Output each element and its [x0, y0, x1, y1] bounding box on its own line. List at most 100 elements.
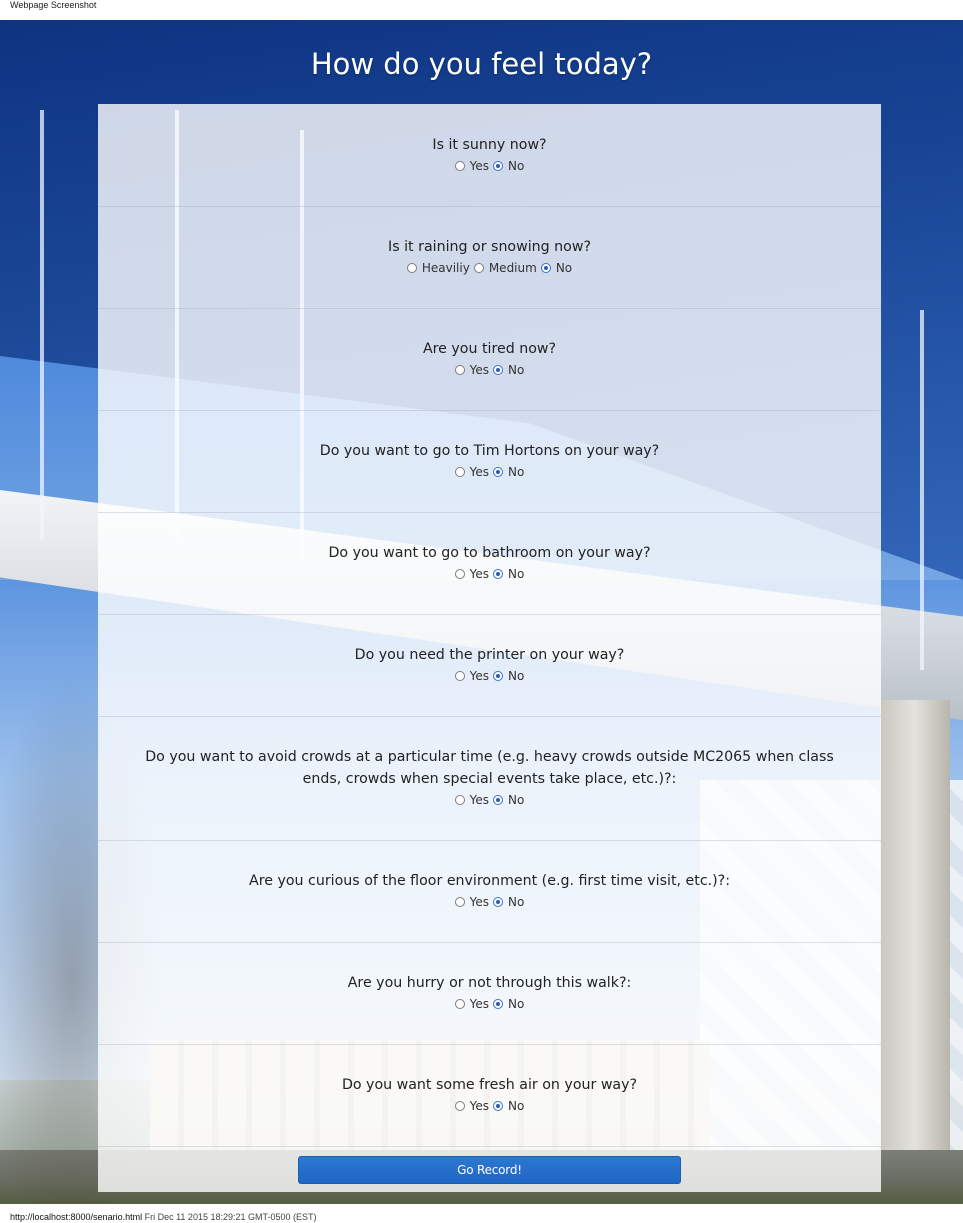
- page-background: How do you feel today? Is it sunny now? …: [0, 20, 963, 1204]
- radio-button[interactable]: [454, 161, 465, 171]
- radio-button[interactable]: [454, 671, 465, 681]
- option-no[interactable]: No: [493, 567, 524, 581]
- option-no[interactable]: No: [493, 363, 524, 377]
- question-block: Are you curious of the floor environment…: [98, 840, 881, 943]
- radio-button[interactable]: [454, 1101, 465, 1111]
- window-mullion: [40, 110, 44, 540]
- option-no[interactable]: No: [493, 997, 524, 1011]
- option-label: No: [555, 261, 573, 275]
- window-mullion: [920, 310, 924, 670]
- option-yes[interactable]: Yes: [454, 567, 490, 581]
- option-yes[interactable]: Yes: [454, 363, 490, 377]
- option-label: Medium: [488, 261, 537, 275]
- option-group: Yes No: [98, 565, 881, 583]
- option-label: Yes: [469, 363, 490, 377]
- radio-button-selected[interactable]: [493, 1101, 504, 1111]
- option-label: No: [508, 1099, 525, 1113]
- option-group: Heaviliy Medium No: [98, 259, 881, 277]
- option-label: No: [508, 465, 525, 479]
- option-label: No: [508, 567, 525, 581]
- page-url: http://localhost:8000/senario.html: [10, 1212, 143, 1222]
- option-yes[interactable]: Yes: [454, 895, 490, 909]
- question-text: Do you want to go to Tim Hortons on your…: [319, 443, 660, 459]
- question-block: Do you want to go to bathroom on your wa…: [98, 512, 881, 615]
- question-text: Do you need the printer on your way?: [354, 647, 625, 663]
- radio-button-selected[interactable]: [493, 467, 504, 477]
- question-text: Is it raining or snowing now?: [388, 239, 591, 255]
- radio-button[interactable]: [454, 569, 465, 579]
- option-no[interactable]: No: [493, 793, 524, 807]
- option-label: No: [508, 159, 525, 173]
- option-label: Yes: [469, 793, 490, 807]
- option-yes[interactable]: Yes: [454, 1099, 490, 1113]
- screenshot-caption: Webpage Screenshot: [10, 0, 97, 10]
- option-label: Yes: [469, 1099, 490, 1113]
- option-label: Yes: [469, 159, 490, 173]
- radio-button[interactable]: [454, 365, 465, 375]
- radio-button[interactable]: [473, 263, 484, 273]
- option-group: Yes No: [98, 995, 881, 1013]
- option-label: No: [508, 895, 525, 909]
- question-block: Are you hurry or not through this walk?:…: [98, 942, 881, 1045]
- option-label: No: [508, 793, 525, 807]
- option-label: No: [508, 997, 525, 1011]
- question-block: Do you want some fresh air on your way? …: [98, 1044, 881, 1147]
- option-no[interactable]: No: [493, 669, 524, 683]
- radio-button-selected[interactable]: [540, 263, 551, 273]
- option-label: Yes: [469, 895, 490, 909]
- question-text: Are you curious of the floor environment…: [249, 873, 730, 889]
- radio-button-selected[interactable]: [493, 671, 504, 681]
- option-label: Yes: [469, 997, 490, 1011]
- option-label: No: [508, 669, 525, 683]
- question-text: Do you want to go to bathroom on your wa…: [328, 545, 651, 561]
- option-no[interactable]: No: [493, 159, 524, 173]
- radio-button-selected[interactable]: [493, 999, 504, 1009]
- option-yes[interactable]: Yes: [454, 159, 490, 173]
- radio-button[interactable]: [454, 795, 465, 805]
- option-heavily[interactable]: Heaviliy: [406, 261, 470, 275]
- go-record-button[interactable]: Go Record!: [298, 1156, 681, 1184]
- question-block: Do you want to go to Tim Hortons on your…: [98, 410, 881, 513]
- radio-button[interactable]: [406, 263, 417, 273]
- radio-button[interactable]: [454, 467, 465, 477]
- option-label: Yes: [469, 669, 490, 683]
- option-no[interactable]: No: [493, 465, 524, 479]
- capture-timestamp: Fri Dec 11 2015 18:29:21 GMT-0500 (EST): [144, 1212, 317, 1222]
- option-no[interactable]: No: [540, 261, 573, 275]
- question-text: Are you tired now?: [422, 341, 557, 357]
- question-block: Do you need the printer on your way? Yes…: [98, 614, 881, 717]
- option-yes[interactable]: Yes: [454, 793, 490, 807]
- radio-button-selected[interactable]: [493, 569, 504, 579]
- option-group: Yes No: [98, 361, 881, 379]
- question-text: Is it sunny now?: [432, 137, 547, 153]
- radio-button[interactable]: [454, 999, 465, 1009]
- question-block: Do you want to avoid crowds at a particu…: [98, 716, 881, 841]
- option-no[interactable]: No: [493, 1099, 524, 1113]
- option-yes[interactable]: Yes: [454, 997, 490, 1011]
- radio-button[interactable]: [454, 897, 465, 907]
- question-text: Do you want some fresh air on your way?: [341, 1077, 638, 1093]
- radio-button-selected[interactable]: [493, 365, 504, 375]
- option-label: Yes: [469, 567, 490, 581]
- page-footer: http://localhost:8000/senario.html Fri D…: [10, 1212, 317, 1223]
- bridge-pillar-backdrop: [880, 700, 950, 1204]
- option-group: Yes No: [98, 893, 881, 911]
- radio-button-selected[interactable]: [493, 161, 504, 171]
- option-group: Yes No: [98, 667, 881, 685]
- option-no[interactable]: No: [493, 895, 524, 909]
- option-label: Heaviliy: [421, 261, 470, 275]
- option-label: No: [508, 363, 525, 377]
- question-text: Are you hurry or not through this walk?:: [347, 975, 632, 991]
- page-title: How do you feel today?: [310, 47, 653, 81]
- question-block: Are you tired now? Yes No: [98, 308, 881, 411]
- option-yes[interactable]: Yes: [454, 669, 490, 683]
- radio-button-selected[interactable]: [493, 897, 504, 907]
- radio-button-selected[interactable]: [493, 795, 504, 805]
- option-medium[interactable]: Medium: [473, 261, 537, 275]
- option-group: Yes No: [98, 463, 881, 481]
- option-yes[interactable]: Yes: [454, 465, 489, 479]
- option-group: Yes No: [98, 1097, 881, 1115]
- question-block: Is it raining or snowing now? Heaviliy M…: [98, 206, 881, 309]
- option-group: Yes No: [98, 791, 881, 809]
- question-block: Is it sunny now? Yes No: [98, 104, 881, 207]
